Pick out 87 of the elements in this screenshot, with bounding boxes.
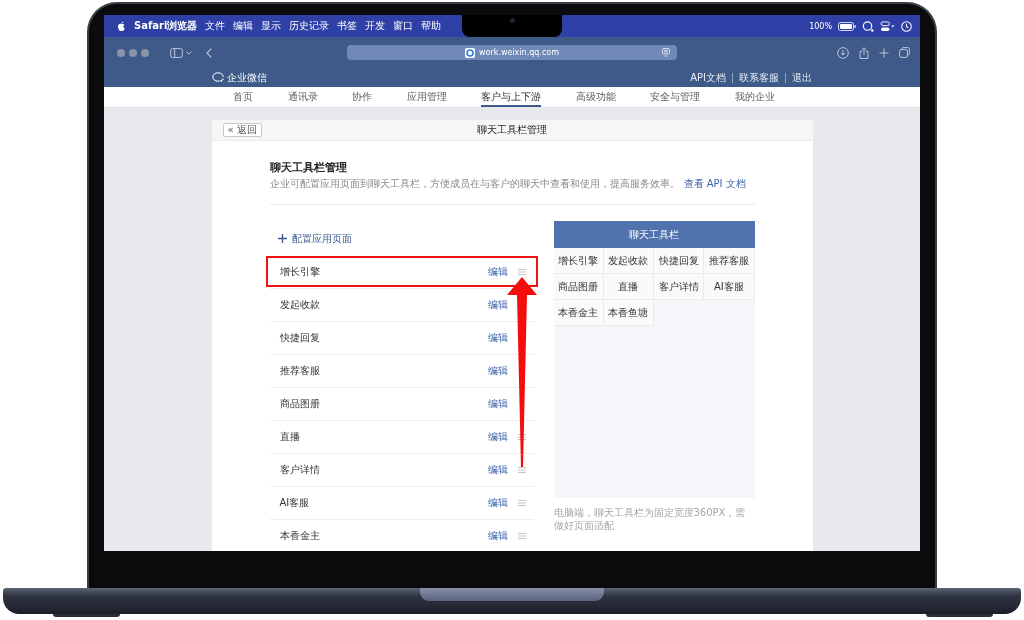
preview-item: 推荐客服 [704,248,755,274]
menu-item[interactable]: 文件 [205,19,226,33]
toggle-switches-icon[interactable] [880,20,895,32]
edit-link[interactable]: 编辑 [487,397,508,411]
app-name: AI客服 [279,496,311,510]
nav-tab[interactable]: 安全与管理 [650,87,701,107]
site-icon [465,47,475,58]
reader-icon[interactable] [662,48,670,57]
menu-item[interactable]: 书签 [337,19,358,33]
header-link[interactable]: API文档 [684,72,732,83]
edit-link[interactable]: 编辑 [487,364,508,378]
edit-link[interactable]: 编辑 [487,463,508,477]
note-text: 电脑端，聊天工具栏为固定宽度360PX，需做好页面适配 [553,506,747,532]
preview-item: AI客服 [704,274,755,300]
api-docs-link[interactable]: 查看 API 文档 [683,178,746,189]
address-field[interactable]: work.weixin.qq.com [347,45,677,60]
preview-item: 本香鱼塘 [603,300,654,326]
drag-handle-icon[interactable] [517,434,526,440]
plus-icon [277,234,287,243]
fullscreen-button[interactable] [141,48,149,57]
app-name: 直播 [279,430,301,444]
drag-handle-icon[interactable] [517,467,526,473]
app-name: 发起收款 [279,298,321,312]
battery-icon[interactable] [838,21,856,31]
page-title: 聊天工具栏管理 [477,123,547,137]
app-name: 快捷回复 [279,331,321,345]
chat-bubble-icon[interactable] [862,20,874,32]
laptop-foot [926,614,993,617]
app-name: 商品图册 [279,397,321,411]
nav-tab[interactable]: 客户与上下游 [481,87,542,107]
clock-icon[interactable] [901,20,912,32]
drag-handle-icon[interactable] [517,500,526,506]
app-menu[interactable]: Safari浏览器 [134,19,198,33]
edit-link[interactable]: 编辑 [487,496,508,510]
preview-item: 客户详情 [654,274,705,300]
nav-tab[interactable]: 高级功能 [575,87,616,107]
back-icon[interactable] [206,47,212,58]
drag-handle-icon[interactable] [517,269,526,275]
preview-item: 增长引擎 [553,248,604,274]
nav-tab[interactable]: 通讯录 [287,87,318,107]
app-name: 本香金主 [279,529,321,543]
close-button[interactable] [117,48,125,57]
preview-item: 商品图册 [553,274,604,300]
menu-item[interactable]: 编辑 [233,19,254,33]
header-link[interactable]: 联系客服 [732,72,785,83]
camera-icon [509,18,515,23]
back-button[interactable]: « 返回 [222,123,262,137]
laptop-foot [53,614,120,617]
preview-item: 发起收款 [603,248,654,274]
header-link[interactable]: 退出 [785,72,812,83]
description-text: 企业可配置应用页面到聊天工具栏，方便成员在与客户的聊天中查看和使用，提高服务效率。 查看 API 文档 [269,178,747,190]
nav-tab[interactable]: 协作 [352,87,373,107]
section-title: 聊天工具栏管理 [269,161,348,175]
edit-link[interactable]: 编辑 [487,529,508,543]
share-icon[interactable] [859,46,869,59]
nav-tab[interactable]: 应用管理 [406,87,447,107]
drag-handle-icon[interactable] [517,533,526,539]
app-name: 推荐客服 [279,364,321,378]
menu-item[interactable]: 开发 [365,19,386,33]
preview-item: 本香金主 [553,300,604,326]
minimize-button[interactable] [129,48,137,57]
chevron-down-icon[interactable] [186,50,192,55]
edit-link[interactable]: 编辑 [487,430,508,444]
apple-icon[interactable] [117,20,126,32]
edit-link[interactable]: 编辑 [487,265,508,279]
download-icon[interactable] [837,46,849,59]
url-text: work.weixin.qq.com [479,48,559,57]
add-page-button[interactable]: 配置应用页面 [277,231,352,246]
menu-item[interactable]: 显示 [261,19,282,33]
menu-item[interactable]: 历史记录 [289,19,330,33]
sidebar-icon[interactable] [170,47,183,58]
nav-tab[interactable]: 首页 [233,87,253,107]
edit-link[interactable]: 编辑 [487,298,508,312]
battery-percentage: 100% [809,21,832,31]
app-name: 客户详情 [279,463,321,477]
chat-bubble-icon [212,72,224,83]
preview-header: 聊天工具栏 [553,221,755,248]
menu-item[interactable]: 帮助 [421,19,442,33]
plus-icon[interactable] [879,47,889,58]
app-name: 增长引擎 [279,265,321,279]
preview-item: 快捷回复 [654,248,705,274]
logo-text: 企业微信 [227,70,267,85]
preview-item: 直播 [603,274,654,300]
edit-link[interactable]: 编辑 [487,331,508,345]
nav-tab[interactable]: 我的企业 [734,87,775,107]
tabs-icon[interactable] [899,47,910,58]
menu-item[interactable]: 窗口 [393,19,414,33]
